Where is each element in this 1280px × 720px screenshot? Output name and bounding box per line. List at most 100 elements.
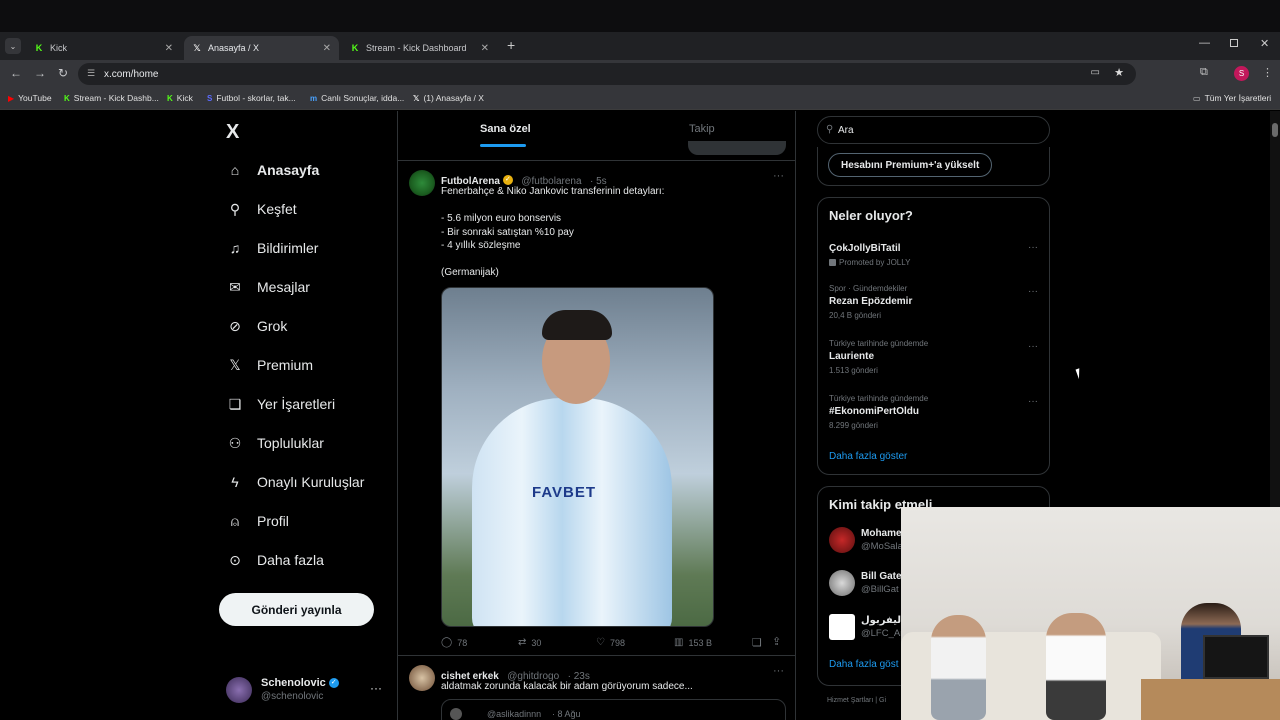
new-tab-button[interactable]: + <box>507 37 515 53</box>
forward-icon[interactable]: → <box>34 66 46 80</box>
tweet-photo[interactable]: FAVBET <box>441 287 714 627</box>
feed-tabs: Sana özel Takip <box>398 111 796 161</box>
extensions-icon[interactable]: ⧉ <box>1200 66 1208 79</box>
trend-item[interactable]: ÇokJollyBiTatil Promoted by JOLLY ··· <box>829 240 1044 267</box>
more-icon[interactable]: ··· <box>1028 286 1038 297</box>
window-top-area <box>0 0 1280 32</box>
reload-icon[interactable]: ↻ <box>58 66 68 80</box>
sidebar-item-more[interactable]: ⊙ Daha fazla <box>226 551 324 569</box>
profile-avatar[interactable]: S <box>1234 66 1249 81</box>
bookmark-sofascore[interactable]: S Futbol - skorlar, tak... <box>207 93 296 103</box>
search-input[interactable]: ⚲ Ara <box>817 116 1050 144</box>
trend-item[interactable]: Türkiye tarihinde gündemde Lauriente 1.5… <box>829 339 1044 375</box>
sidebar-item-bookmarks[interactable]: ❏ Yer İşaretleri <box>226 395 335 413</box>
sidebar-item-profile[interactable]: ⍝ Profil <box>226 512 289 530</box>
tab-x-home[interactable]: 𝕏 Anasayfa / X ✕ <box>184 36 339 60</box>
show-more-link[interactable]: Daha fazla göster <box>829 451 907 462</box>
youtube-icon: ▶ <box>8 93 15 103</box>
tab-following[interactable]: Takip <box>689 123 715 135</box>
bookmark-mackolik[interactable]: m Canlı Sonuçlar, idda... <box>310 93 404 103</box>
show-more-link[interactable]: Daha fazla göst <box>829 659 899 670</box>
close-icon[interactable]: ✕ <box>323 43 331 54</box>
kick-icon: K <box>167 93 173 103</box>
star-icon[interactable]: ★ <box>1114 66 1124 79</box>
sidebar-item-home[interactable]: ⌂ Anasayfa <box>226 161 320 179</box>
more-icon[interactable]: ··· <box>1028 396 1038 407</box>
back-icon[interactable]: ← <box>10 66 22 80</box>
like-button[interactable]: ♡ 798 <box>596 637 625 648</box>
all-bookmarks[interactable]: ▭ Tüm Yer İşaretleri <box>1193 93 1271 103</box>
tweet[interactable]: cishet erkek @ghitdrogo · 23s ··· aldatm… <box>398 657 796 720</box>
more-icon[interactable]: ··· <box>773 170 784 182</box>
url-input[interactable]: ☰ x.com/home ▭ ★ <box>78 63 1136 85</box>
bookmark-x[interactable]: 𝕏 (1) Anasayfa / X <box>413 93 484 103</box>
tweet[interactable]: FutbolArena ✓ @futbolarena · 5s ··· Fener… <box>398 162 796 656</box>
sidebar-item-explore[interactable]: ⚲ Keşfet <box>226 200 297 218</box>
reply-button[interactable]: ◯ 78 <box>441 637 467 648</box>
sidebar-item-verified-orgs[interactable]: ϟ Onaylı Kuruluşlar <box>226 473 364 491</box>
retweet-icon: ⇄ <box>518 637 527 648</box>
player-hair <box>542 310 612 340</box>
close-icon[interactable]: ✕ <box>481 43 489 54</box>
bookmark-icon[interactable]: ❏ <box>752 636 762 649</box>
address-bar: ← → ↻ ☰ x.com/home ▭ ★ ⧉ S ⋮ <box>0 60 1280 88</box>
home-icon: ⌂ <box>230 162 240 178</box>
kick-icon: K <box>64 93 70 103</box>
more-circle-icon: ⊙ <box>229 551 241 568</box>
account-switcher[interactable]: Schenolovic ✓ @schenolovic ··· <box>226 673 386 707</box>
person-left <box>931 615 986 720</box>
tweet-text: Fenerbahçe & Niko Jankovic transferinin … <box>441 186 665 278</box>
footer-links[interactable]: Hizmet Şartları | Gi <box>827 697 886 704</box>
heart-icon: ♡ <box>596 637 605 648</box>
window-close-icon[interactable]: ✕ <box>1260 37 1269 50</box>
quoted-tweet[interactable]: @aslikadinnn · 8 Ağu <box>441 699 786 720</box>
views-button[interactable]: ▥ 153 B <box>674 637 712 648</box>
folder-icon: ▭ <box>1193 93 1201 103</box>
trend-item[interactable]: Türkiye tarihinde gündemde #EkonomiPertO… <box>829 394 1044 430</box>
bookmark-youtube[interactable]: ▶ YouTube <box>8 93 52 103</box>
monitor <box>1203 635 1269 679</box>
more-icon[interactable]: ··· <box>1028 242 1038 253</box>
avatar <box>829 527 855 553</box>
menu-icon[interactable]: ⋮ <box>1262 66 1273 79</box>
post-button[interactable]: Gönderi yayınla <box>219 593 374 626</box>
upgrade-premium-button[interactable]: Hesabını Premium+'a yükselt <box>828 153 993 177</box>
restore-icon[interactable] <box>1230 39 1238 47</box>
site-info-icon[interactable]: ☰ <box>87 68 95 79</box>
retweet-button[interactable]: ⇄ 30 <box>518 637 541 648</box>
bookmark-kick[interactable]: K Kick <box>167 93 193 103</box>
more-icon[interactable]: ··· <box>370 681 382 695</box>
tab-for-you[interactable]: Sana özel <box>480 123 531 135</box>
sofascore-icon: S <box>207 93 213 103</box>
avatar <box>829 614 855 640</box>
avatar <box>409 170 435 196</box>
x-logo[interactable]: X <box>226 121 239 144</box>
more-icon[interactable]: ··· <box>1028 341 1038 352</box>
tab-kick[interactable]: K Kick ✕ <box>26 36 181 60</box>
tab-search-icon[interactable]: ⌄ <box>5 38 21 54</box>
more-icon[interactable]: ··· <box>773 665 784 677</box>
x-icon: 𝕏 <box>413 93 420 103</box>
trend-item[interactable]: Spor · Gündemdekiler Rezan Epözdemir 20,… <box>829 284 1044 320</box>
close-icon[interactable]: ✕ <box>165 43 173 54</box>
sidebar-item-notifications[interactable]: ♫ Bildirimler <box>226 239 319 257</box>
share-icon[interactable]: ⇪ <box>772 635 781 648</box>
sidebar-item-premium[interactable]: 𝕏 Premium <box>226 356 313 374</box>
minimize-icon[interactable]: — <box>1199 37 1210 49</box>
premium-card: Hesabını Premium+'a yükselt <box>817 147 1050 186</box>
bookmark-icon: ❏ <box>228 395 242 412</box>
jersey-sponsor: FAVBET <box>532 484 597 501</box>
cast-icon[interactable]: ▭ <box>1091 67 1100 78</box>
sidebar-item-messages[interactable]: ✉ Mesajlar <box>226 278 310 296</box>
tweet-actions: ◯ 78 ⇄ 30 ♡ 798 ▥ 153 B ❏ ⇪ <box>441 635 786 651</box>
tweet-text: aldatmak zorunda kalacak bir adam görüyo… <box>441 681 693 692</box>
trends-title: Neler oluyor? <box>829 208 913 223</box>
sidebar-item-communities[interactable]: ⚇ Topluluklar <box>226 434 324 452</box>
new-posts-pill[interactable] <box>688 141 786 155</box>
account-handle: @schenolovic <box>261 691 324 702</box>
verified-icon: ✓ <box>328 678 339 689</box>
sidebar-item-grok[interactable]: ⊘ Grok <box>226 317 287 335</box>
scrollbar-thumb[interactable] <box>1272 123 1278 137</box>
tab-kick-dashboard[interactable]: K Stream - Kick Dashboard ✕ <box>342 36 497 60</box>
bookmark-kick-dashboard[interactable]: K Stream - Kick Dashb... <box>64 93 159 103</box>
